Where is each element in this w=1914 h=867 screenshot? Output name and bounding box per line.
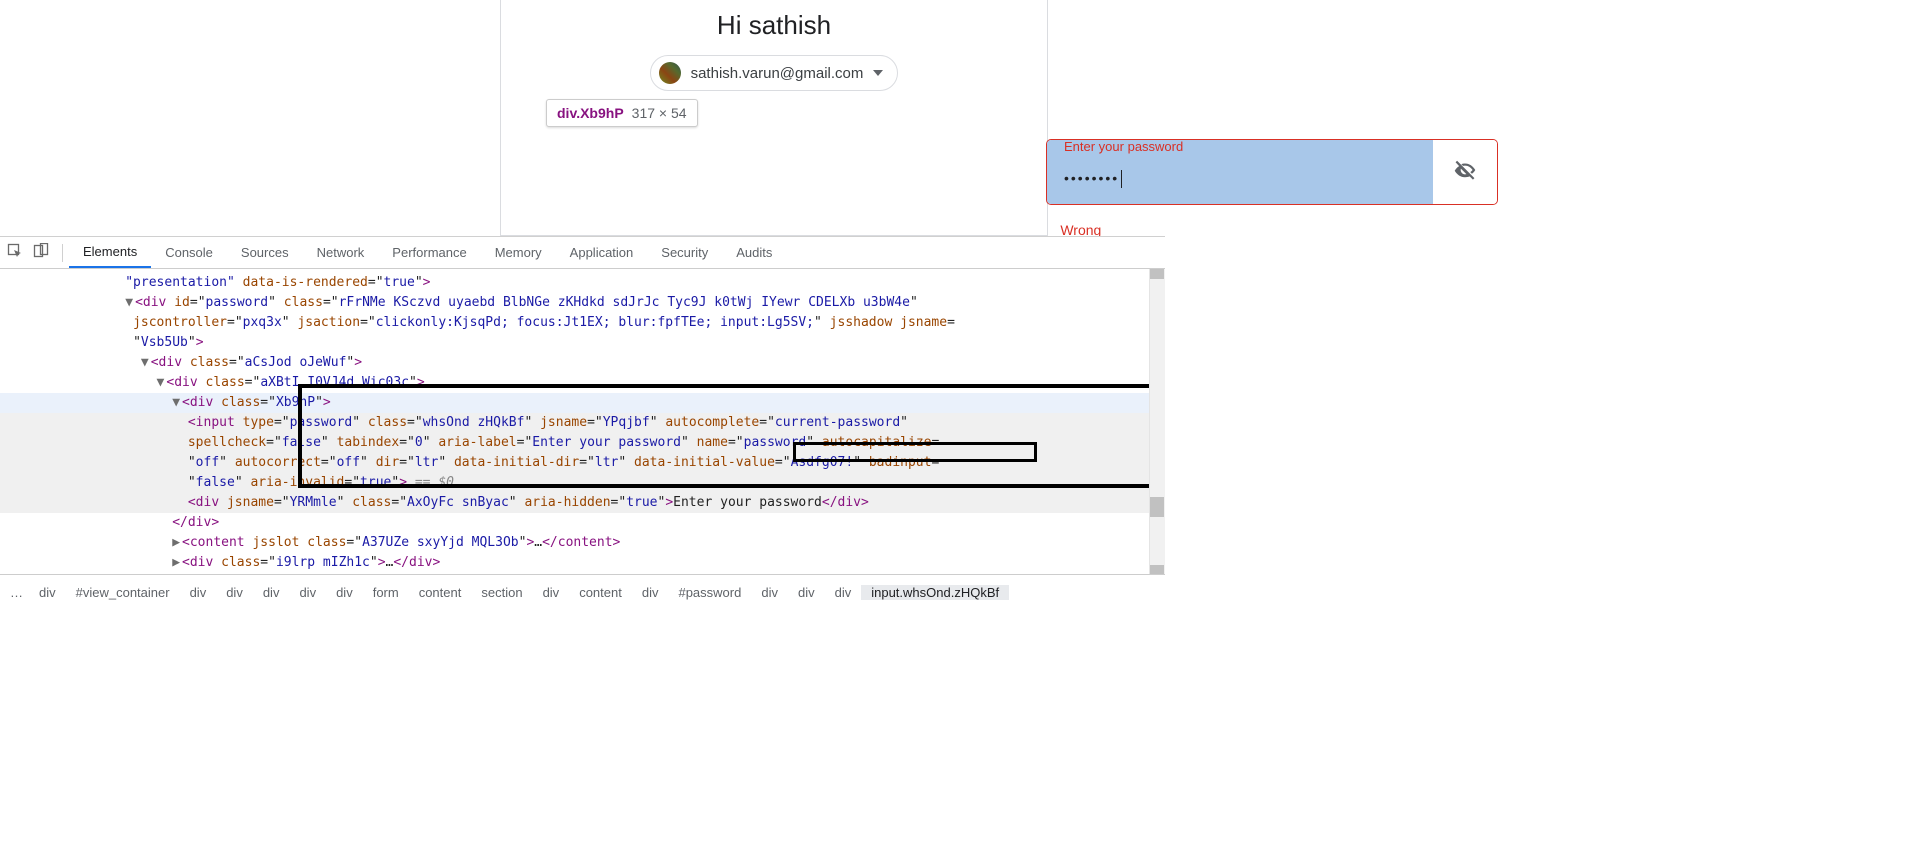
devtools-panel: ElementsConsoleSourcesNetworkPerformance… (0, 236, 1165, 575)
password-label: Enter your password (1064, 139, 1183, 154)
devtools-tab-elements[interactable]: Elements (69, 237, 151, 268)
breadcrumb-item[interactable]: input.whsOnd.zHQkBf (861, 585, 1009, 600)
breadcrumb-item[interactable]: form (363, 585, 409, 600)
breadcrumb-item[interactable]: div (289, 585, 326, 600)
devtools-tab-console[interactable]: Console (151, 237, 227, 268)
account-email: sathish.varun@gmail.com (691, 65, 864, 82)
signin-heading: Hi sathish (501, 10, 1047, 41)
breadcrumb-item[interactable]: div (253, 585, 290, 600)
devtools-scrollbar[interactable] (1149, 269, 1165, 575)
breadcrumb-item[interactable]: div (788, 585, 825, 600)
breadcrumb-item[interactable]: content (569, 585, 632, 600)
breadcrumb-item[interactable]: content (409, 585, 472, 600)
devtools-tab-memory[interactable]: Memory (481, 237, 556, 268)
toggle-password-visibility-button[interactable] (1433, 140, 1497, 204)
devtools-breadcrumb: … div#view_containerdivdivdivdivdivformc… (0, 574, 1165, 610)
breadcrumb-item[interactable]: div (751, 585, 788, 600)
toolbar-separator (62, 244, 63, 262)
inspect-element-icon[interactable] (7, 243, 23, 262)
password-field-wrapper: Enter your password •••••••• (1046, 139, 1498, 205)
password-input[interactable]: •••••••• (1064, 170, 1122, 188)
devtools-tab-security[interactable]: Security (647, 237, 722, 268)
breadcrumb-item[interactable]: section (471, 585, 532, 600)
breadcrumb-item[interactable]: div (326, 585, 363, 600)
breadcrumb-item[interactable]: div (216, 585, 253, 600)
tooltip-tagname: div (557, 105, 576, 121)
breadcrumb-item[interactable]: div (632, 585, 669, 600)
scroll-thumb[interactable] (1150, 497, 1164, 517)
devtools-tab-sources[interactable]: Sources (227, 237, 303, 268)
devtools-toolbar: ElementsConsoleSourcesNetworkPerformance… (0, 237, 1165, 269)
breadcrumb-overflow[interactable]: … (4, 585, 29, 600)
breadcrumb-item[interactable]: div (180, 585, 217, 600)
element-inspector-tooltip: div.Xb9hP 317 × 54 (546, 99, 698, 127)
account-switcher-chip[interactable]: sathish.varun@gmail.com (650, 55, 899, 91)
eye-off-icon (1452, 157, 1478, 188)
breadcrumb-item[interactable]: div (533, 585, 570, 600)
devtools-tab-performance[interactable]: Performance (378, 237, 480, 268)
device-toggle-icon[interactable] (33, 243, 49, 262)
devtools-elements-tree[interactable]: "presentation" data-is-rendered="true"> … (0, 269, 1165, 575)
devtools-tab-network[interactable]: Network (303, 237, 379, 268)
breadcrumb-item[interactable]: div (825, 585, 862, 600)
scroll-up-icon[interactable] (1150, 269, 1164, 279)
devtools-tabs: ElementsConsoleSourcesNetworkPerformance… (69, 237, 786, 268)
breadcrumb-item[interactable]: div (29, 585, 66, 600)
password-highlight-overlay: Enter your password •••••••• (1047, 140, 1433, 204)
tooltip-dimensions: 317 × 54 (632, 105, 687, 121)
devtools-toolbar-icons (0, 243, 56, 262)
devtools-tab-audits[interactable]: Audits (722, 237, 786, 268)
devtools-tab-application[interactable]: Application (556, 237, 648, 268)
tooltip-class: .Xb9hP (576, 105, 623, 121)
breadcrumb-item[interactable]: #view_container (66, 585, 180, 600)
chevron-down-icon (873, 70, 883, 76)
avatar (659, 62, 681, 84)
text-caret (1121, 170, 1122, 188)
breadcrumb-item[interactable]: #password (668, 585, 751, 600)
